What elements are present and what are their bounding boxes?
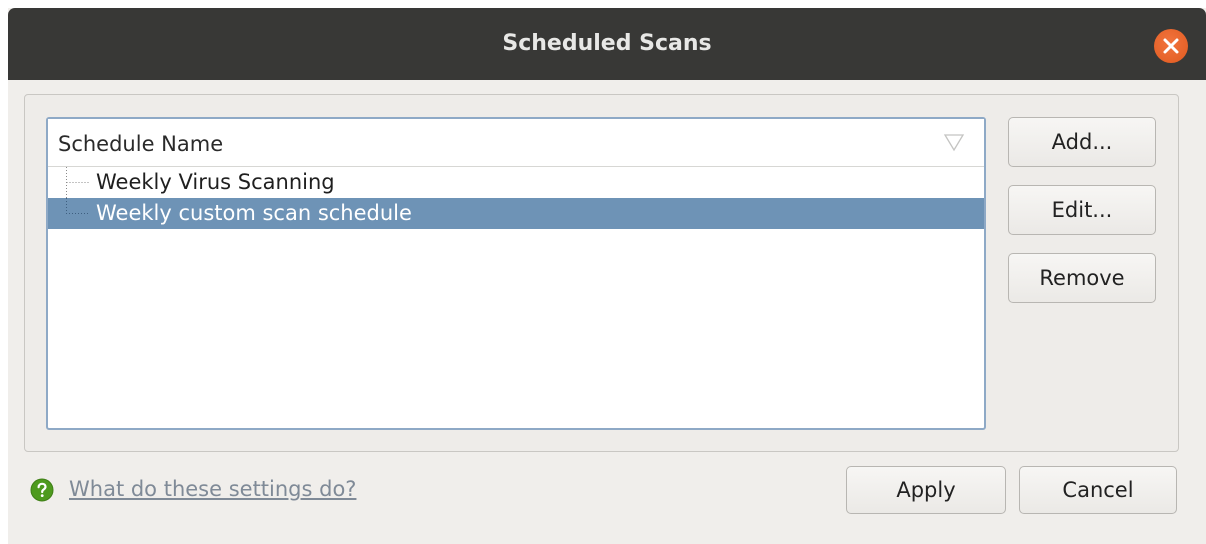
sort-indicator-icon	[943, 134, 965, 152]
remove-button[interactable]: Remove	[1008, 253, 1156, 303]
close-button[interactable]	[1154, 29, 1188, 63]
title-bar[interactable]: Scheduled Scans	[8, 8, 1206, 80]
schedule-list[interactable]: Schedule Name Weekly Virus Scanning Week…	[46, 117, 986, 430]
list-item[interactable]: Weekly Virus Scanning	[48, 167, 984, 198]
list-item-label: Weekly custom scan schedule	[96, 201, 412, 225]
add-button[interactable]: Add...	[1008, 117, 1156, 167]
list-item-label: Weekly Virus Scanning	[96, 170, 335, 194]
help-icon[interactable]	[30, 478, 54, 502]
tree-connector-icon	[66, 198, 90, 214]
window-title: Scheduled Scans	[502, 31, 712, 56]
help-link[interactable]: What do these settings do?	[69, 474, 356, 504]
column-header-label: Schedule Name	[58, 132, 224, 156]
tree-connector-icon	[66, 167, 90, 198]
cancel-button[interactable]: Cancel	[1019, 466, 1177, 514]
column-header-schedule-name[interactable]: Schedule Name	[48, 119, 984, 167]
close-icon	[1163, 38, 1179, 54]
apply-button[interactable]: Apply	[846, 466, 1006, 514]
list-item-selected[interactable]: Weekly custom scan schedule	[48, 198, 984, 229]
edit-button[interactable]: Edit...	[1008, 185, 1156, 235]
